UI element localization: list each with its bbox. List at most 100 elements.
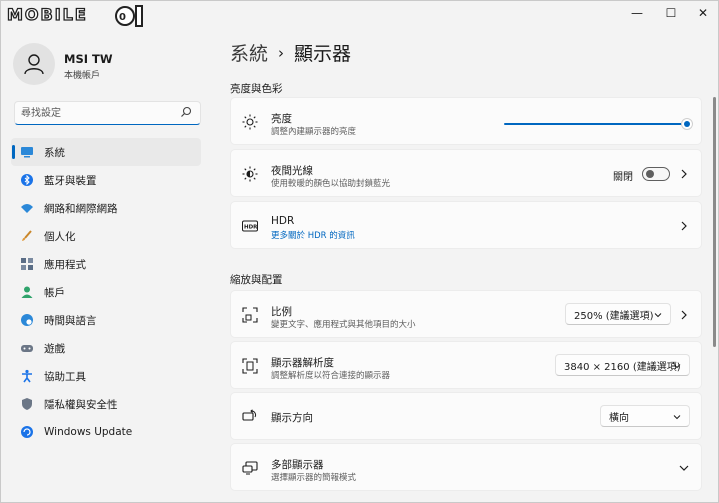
- maximize-button[interactable]: ☐: [655, 1, 687, 25]
- person-icon: [21, 286, 33, 298]
- orientation-dropdown-value: 橫向: [609, 412, 629, 424]
- scale-icon: [242, 307, 258, 323]
- scale-dropdown-value: 250% (建議選項): [574, 310, 654, 322]
- person-icon: [24, 54, 44, 75]
- sidebar-item-label: 系統: [44, 146, 65, 159]
- search-box[interactable]: [14, 101, 201, 125]
- slider-track: [504, 123, 687, 125]
- chevron-right-icon[interactable]: [679, 310, 689, 320]
- search-icon[interactable]: [180, 106, 192, 118]
- sidebar-item-label: 帳戶: [44, 286, 65, 299]
- resolution-title: 顯示器解析度: [271, 357, 334, 369]
- logo-01-icon: 0: [115, 5, 143, 27]
- resolution-subtitle: 調整解析度以符合連接的顯示器: [271, 371, 391, 381]
- sidebar-item-system[interactable]: 系統: [11, 138, 201, 166]
- night-light-card[interactable]: 夜間光線 使用較暖的顏色以協助封鎖藍光 關閉: [230, 149, 702, 197]
- svg-text:0: 0: [119, 12, 128, 23]
- sidebar-item-label: 個人化: [44, 230, 76, 243]
- apps-icon: [21, 258, 33, 270]
- minimize-button[interactable]: —: [621, 1, 653, 25]
- brightness-subtitle: 調整內建顯示器的亮度: [271, 127, 357, 137]
- orientation-dropdown[interactable]: 橫向: [600, 405, 690, 427]
- sidebar-item-accessibility[interactable]: 協助工具: [11, 362, 201, 390]
- sidebar-item-label: 時間與語言: [44, 314, 97, 327]
- chevron-down-icon: [673, 364, 681, 369]
- breadcrumb-separator: ›: [278, 44, 285, 62]
- sidebar-item-label: Windows Update: [44, 426, 133, 438]
- resolution-dropdown-value: 3840 × 2160 (建議選項): [564, 361, 681, 373]
- sidebar-item-label: 遊戲: [44, 342, 65, 355]
- page-title: 顯示器: [294, 43, 352, 65]
- multiple-displays-title: 多部顯示器: [271, 459, 324, 471]
- orientation-icon: [242, 409, 257, 421]
- sidebar-item-accounts[interactable]: 帳戶: [11, 278, 201, 306]
- orientation-card: 顯示方向 橫向: [230, 392, 702, 440]
- avatar: [13, 43, 55, 85]
- hdr-card[interactable]: HDR HDR 更多關於 HDR 的資訊: [230, 201, 702, 249]
- resolution-card: 顯示器解析度 調整解析度以符合連接的顯示器 3840 × 2160 (建議選項): [230, 341, 702, 389]
- hdr-more-info-link[interactable]: 更多關於 HDR 的資訊: [271, 229, 355, 241]
- mobile01-logo: MOBILE 0: [6, 4, 147, 31]
- gamepad-icon: [21, 345, 33, 352]
- sidebar-item-apps[interactable]: 應用程式: [11, 250, 201, 278]
- sidebar-item-privacy[interactable]: 隱私權與安全性: [11, 390, 201, 418]
- settings-window: MOBILE 0 — ☐ ✕ MSI TW 本機帳戶 尋找設定 系統 藍牙與裝置…: [0, 0, 719, 503]
- chevron-right-icon[interactable]: [679, 169, 689, 179]
- close-button[interactable]: ✕: [687, 1, 719, 25]
- chevron-down-icon: [673, 415, 681, 420]
- sidebar-item-label: 應用程式: [44, 258, 86, 271]
- sidebar-nav: 系統 藍牙與裝置 網路和網際網路 個人化 應用程式 帳戶 時間與語言 遊戲 協助…: [11, 138, 201, 446]
- brightness-slider[interactable]: [504, 118, 693, 130]
- hdr-icon: HDR: [242, 220, 258, 232]
- sidebar-item-gaming[interactable]: 遊戲: [11, 334, 201, 362]
- globe-clock-icon: [21, 314, 33, 326]
- monitor-icon: [21, 147, 33, 158]
- brush-icon: [22, 230, 32, 241]
- user-profile[interactable]: MSI TW 本機帳戶: [13, 43, 203, 87]
- logo-text: MOBILE: [6, 4, 88, 24]
- sidebar-item-label: 隱私權與安全性: [44, 398, 118, 411]
- resolution-dropdown[interactable]: 3840 × 2160 (建議選項): [555, 354, 690, 376]
- shield-icon: [22, 398, 32, 410]
- search-input[interactable]: [21, 104, 171, 122]
- night-light-title: 夜間光線: [271, 165, 313, 177]
- section-title-brightness-color: 亮度與色彩: [230, 83, 283, 95]
- scrollbar[interactable]: [713, 97, 716, 347]
- accessibility-icon: [22, 369, 32, 383]
- scale-card[interactable]: 比例 變更文字、應用程式與其他項目的大小 250% (建議選項): [230, 290, 702, 338]
- night-light-icon: [242, 166, 258, 182]
- bluetooth-icon: [21, 174, 33, 186]
- breadcrumb: 系統 › 顯示器: [230, 39, 351, 66]
- brightness-title: 亮度: [271, 113, 292, 125]
- chevron-down-icon: [654, 313, 662, 318]
- breadcrumb-parent[interactable]: 系統: [230, 43, 268, 65]
- scale-dropdown[interactable]: 250% (建議選項): [565, 303, 671, 325]
- sidebar-item-bluetooth[interactable]: 藍牙與裝置: [11, 166, 201, 194]
- sidebar-item-label: 藍牙與裝置: [44, 174, 97, 187]
- orientation-title: 顯示方向: [271, 412, 313, 424]
- brightness-card: 亮度 調整內建顯示器的亮度: [230, 97, 702, 145]
- hdr-title: HDR: [271, 215, 295, 227]
- user-account-type: 本機帳戶: [64, 71, 101, 81]
- svg-text:HDR: HDR: [244, 225, 258, 231]
- brightness-icon: [242, 114, 258, 130]
- chevron-right-icon[interactable]: [679, 221, 689, 231]
- user-name: MSI TW: [64, 52, 113, 66]
- wifi-icon: [21, 204, 33, 213]
- sidebar-item-label: 協助工具: [44, 370, 86, 383]
- night-light-toggle[interactable]: [642, 167, 670, 181]
- sidebar-item-windows-update[interactable]: Windows Update: [11, 418, 201, 446]
- scale-title: 比例: [271, 306, 292, 318]
- sidebar-item-time-language[interactable]: 時間與語言: [11, 306, 201, 334]
- sidebar-item-personalization[interactable]: 個人化: [11, 222, 201, 250]
- sidebar-item-label: 網路和網際網路: [44, 202, 118, 215]
- sidebar-item-network[interactable]: 網路和網際網路: [11, 194, 201, 222]
- scale-subtitle: 變更文字、應用程式與其他項目的大小: [271, 320, 416, 330]
- resolution-icon: [242, 358, 258, 374]
- slider-thumb[interactable]: [681, 118, 693, 130]
- update-icon: [21, 426, 33, 438]
- chevron-down-icon[interactable]: [679, 463, 689, 473]
- multiple-displays-card[interactable]: 多部顯示器 選擇顯示器的簡報模式: [230, 443, 702, 491]
- title-bar: MOBILE 0 — ☐ ✕: [1, 1, 719, 29]
- multiple-displays-subtitle: 選擇顯示器的簡報模式: [271, 473, 357, 483]
